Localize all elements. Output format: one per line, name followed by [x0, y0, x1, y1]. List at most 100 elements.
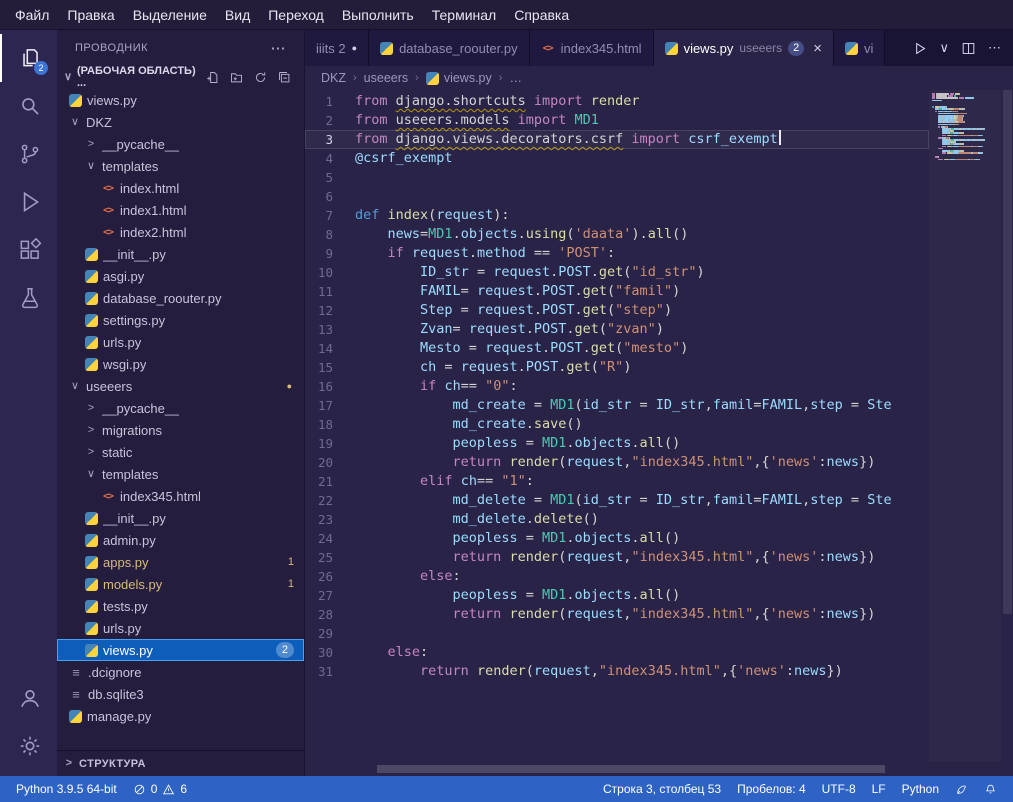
tab-database_roouter.py[interactable]: database_roouter.py [369, 30, 530, 66]
vertical-scrollbar[interactable] [1001, 90, 1013, 762]
tab-vi[interactable]: vi [834, 30, 885, 66]
status-python-interpreter[interactable]: Python 3.9.5 64-bit [10, 782, 123, 796]
code-editor[interactable]: 1from django.shortcuts import render2fro… [305, 90, 1013, 776]
code-line[interactable]: 31 return render(request,"index345.html"… [305, 662, 929, 681]
file-apps.py[interactable]: apps.py1 [57, 551, 304, 573]
breadcrumb-item[interactable]: DKZ [321, 71, 346, 85]
code-line[interactable]: 6 [305, 187, 929, 206]
code-line[interactable]: 27 peopless = MD1.objects.all() [305, 586, 929, 605]
activity-accounts[interactable] [0, 674, 57, 722]
status-notifications[interactable] [978, 783, 1003, 796]
split-icon[interactable] [960, 40, 977, 57]
new-folder-icon[interactable] [229, 70, 244, 85]
folder-templates[interactable]: ∨templates [57, 155, 304, 177]
code-line[interactable]: 29 [305, 624, 929, 643]
more-actions-icon[interactable]: ⋯ [271, 39, 287, 57]
code-line[interactable]: 5 [305, 168, 929, 187]
breadcrumb-item[interactable]: views.py [426, 71, 492, 85]
file-.dcignore[interactable]: ≡.dcignore [57, 661, 304, 683]
code-line[interactable]: 13 Zvan= request.POST.get("zvan") [305, 320, 929, 339]
status-language[interactable]: Python [896, 782, 945, 796]
breadcrumb-item[interactable]: useeers [364, 71, 408, 85]
code-line[interactable]: 19 peopless = MD1.objects.all() [305, 434, 929, 453]
ellipsis[interactable]: ⋯ [988, 40, 1001, 56]
menu-item[interactable]: Правка [58, 4, 123, 26]
code-line[interactable]: 26 else: [305, 567, 929, 586]
file-urls.py[interactable]: urls.py [57, 617, 304, 639]
file-views.py[interactable]: views.py2 [57, 639, 304, 661]
folder-useeers[interactable]: ∨useeers● [57, 375, 304, 397]
code-line[interactable]: 16 if ch== "0": [305, 377, 929, 396]
menu-item[interactable]: Выделение [124, 4, 216, 26]
status-feedback[interactable] [949, 783, 974, 796]
file-__init__.py[interactable]: __init__.py [57, 507, 304, 529]
code-line[interactable]: 18 md_create.save() [305, 415, 929, 434]
code-line[interactable]: 25 return render(request,"index345.html"… [305, 548, 929, 567]
status-eol[interactable]: LF [866, 782, 892, 796]
file-index345.html[interactable]: <>index345.html [57, 485, 304, 507]
outline-section-header[interactable]: > СТРУКТУРА [57, 750, 304, 776]
activity-source-control[interactable] [0, 130, 57, 178]
folder-DKZ[interactable]: ∨DKZ [57, 111, 304, 133]
code-line[interactable]: 28 return render(request,"index345.html"… [305, 605, 929, 624]
collapse-all-icon[interactable] [277, 70, 292, 85]
file-tests.py[interactable]: tests.py [57, 595, 304, 617]
folder-migrations[interactable]: >migrations [57, 419, 304, 441]
activity-testing[interactable] [0, 274, 57, 322]
file-asgi.py[interactable]: asgi.py [57, 265, 304, 287]
activity-search[interactable] [0, 82, 57, 130]
menu-item[interactable]: Файл [6, 4, 58, 26]
activity-explorer[interactable]: 2 [0, 34, 57, 82]
code-line[interactable]: 21 elif ch== "1": [305, 472, 929, 491]
file-views.py[interactable]: views.py [57, 89, 304, 111]
file-index2.html[interactable]: <>index2.html [57, 221, 304, 243]
workspace-section-header[interactable]: ∨ (РАБОЧАЯ ОБЛАСТЬ) ... [57, 65, 304, 89]
horizontal-scrollbar-thumb[interactable] [377, 765, 885, 773]
code-line[interactable]: 20 return render(request,"index345.html"… [305, 453, 929, 472]
horizontal-scrollbar[interactable] [377, 765, 917, 773]
code-line[interactable]: 11 FAMIL= request.POST.get("famil") [305, 282, 929, 301]
folder-static[interactable]: >static [57, 441, 304, 463]
file-db.sqlite3[interactable]: ≡db.sqlite3 [57, 683, 304, 705]
file-index.html[interactable]: <>index.html [57, 177, 304, 199]
file-database_roouter.py[interactable]: database_roouter.py [57, 287, 304, 309]
tab-index345.html[interactable]: <>index345.html [530, 30, 654, 66]
chevron-down-small[interactable]: ∨ [939, 40, 949, 56]
menu-item[interactable]: Вид [216, 4, 259, 26]
activity-settings[interactable] [0, 722, 57, 770]
menu-item[interactable]: Терминал [423, 4, 505, 26]
menu-item[interactable]: Переход [259, 4, 333, 26]
file-wsgi.py[interactable]: wsgi.py [57, 353, 304, 375]
code-line[interactable]: 3from django.views.decorators.csrf impor… [305, 130, 929, 149]
status-cursor-position[interactable]: Строка 3, столбец 53 [597, 782, 727, 796]
code-line[interactable]: 23 md_delete.delete() [305, 510, 929, 529]
file-index1.html[interactable]: <>index1.html [57, 199, 304, 221]
activity-extensions[interactable] [0, 226, 57, 274]
file-settings.py[interactable]: settings.py [57, 309, 304, 331]
code-line[interactable]: 10 ID_str = request.POST.get("id_str") [305, 263, 929, 282]
close-icon[interactable]: × [813, 40, 822, 57]
breadcrumb-item[interactable]: … [509, 71, 522, 85]
status-indentation[interactable]: Пробелов: 4 [731, 782, 812, 796]
code-line[interactable]: 24 peopless = MD1.objects.all() [305, 529, 929, 548]
file-models.py[interactable]: models.py1 [57, 573, 304, 595]
code-line[interactable]: 1from django.shortcuts import render [305, 92, 929, 111]
status-problems[interactable]: 06 [127, 782, 193, 796]
code-line[interactable]: 4@csrf_exempt [305, 149, 929, 168]
tab-iiits 2[interactable]: iiits 2● [305, 30, 369, 66]
folder-__pycache__[interactable]: >__pycache__ [57, 133, 304, 155]
code-line[interactable]: 2from useeers.models import MD1 [305, 111, 929, 130]
code-line[interactable]: 8 news=MD1.objects.using('daata').all() [305, 225, 929, 244]
file-admin.py[interactable]: admin.py [57, 529, 304, 551]
menu-item[interactable]: Выполнить [333, 4, 423, 26]
status-encoding[interactable]: UTF-8 [816, 782, 862, 796]
file-urls.py[interactable]: urls.py [57, 331, 304, 353]
code-line[interactable]: 30 else: [305, 643, 929, 662]
folder-__pycache__[interactable]: >__pycache__ [57, 397, 304, 419]
code-line[interactable]: 15 ch = request.POST.get("R") [305, 358, 929, 377]
refresh-icon[interactable] [253, 70, 268, 85]
minimap[interactable] [929, 90, 1001, 762]
code-line[interactable]: 9 if request.method == 'POST': [305, 244, 929, 263]
activity-run-debug[interactable] [0, 178, 57, 226]
new-file-icon[interactable] [205, 70, 220, 85]
